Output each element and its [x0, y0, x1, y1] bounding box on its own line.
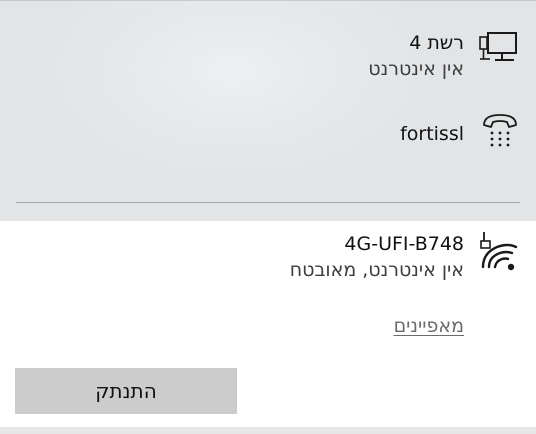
- properties-link[interactable]: מאפיינים: [394, 315, 464, 337]
- network-item-dialup[interactable]: fortissl: [0, 105, 536, 161]
- divider: [16, 202, 520, 203]
- available-networks-list: רשת 4 אין אינטרנט fortissl: [0, 0, 536, 221]
- flyout-bottom-edge: [0, 427, 536, 434]
- dialup-connection-icon: [478, 111, 522, 155]
- wifi-no-internet-icon: [478, 229, 522, 273]
- network-item-wired[interactable]: רשת 4 אין אינטרנט: [0, 21, 536, 93]
- network-name: רשת 4: [409, 32, 464, 54]
- wired-network-icon: [478, 29, 522, 73]
- network-name: fortissl: [400, 123, 464, 145]
- disconnect-button[interactable]: התנתק: [15, 368, 237, 414]
- connected-network-status: אין אינטרנט, מאובטח: [289, 259, 464, 281]
- connected-network-name: 4G-UFI-B748: [344, 233, 464, 255]
- network-flyout: רשת 4 אין אינטרנט fortissl 4G-UFI-B748 א…: [0, 0, 536, 434]
- connected-network-panel: 4G-UFI-B748 אין אינטרנט, מאובטח מאפיינים…: [0, 221, 536, 427]
- network-status: אין אינטרנט: [368, 58, 464, 80]
